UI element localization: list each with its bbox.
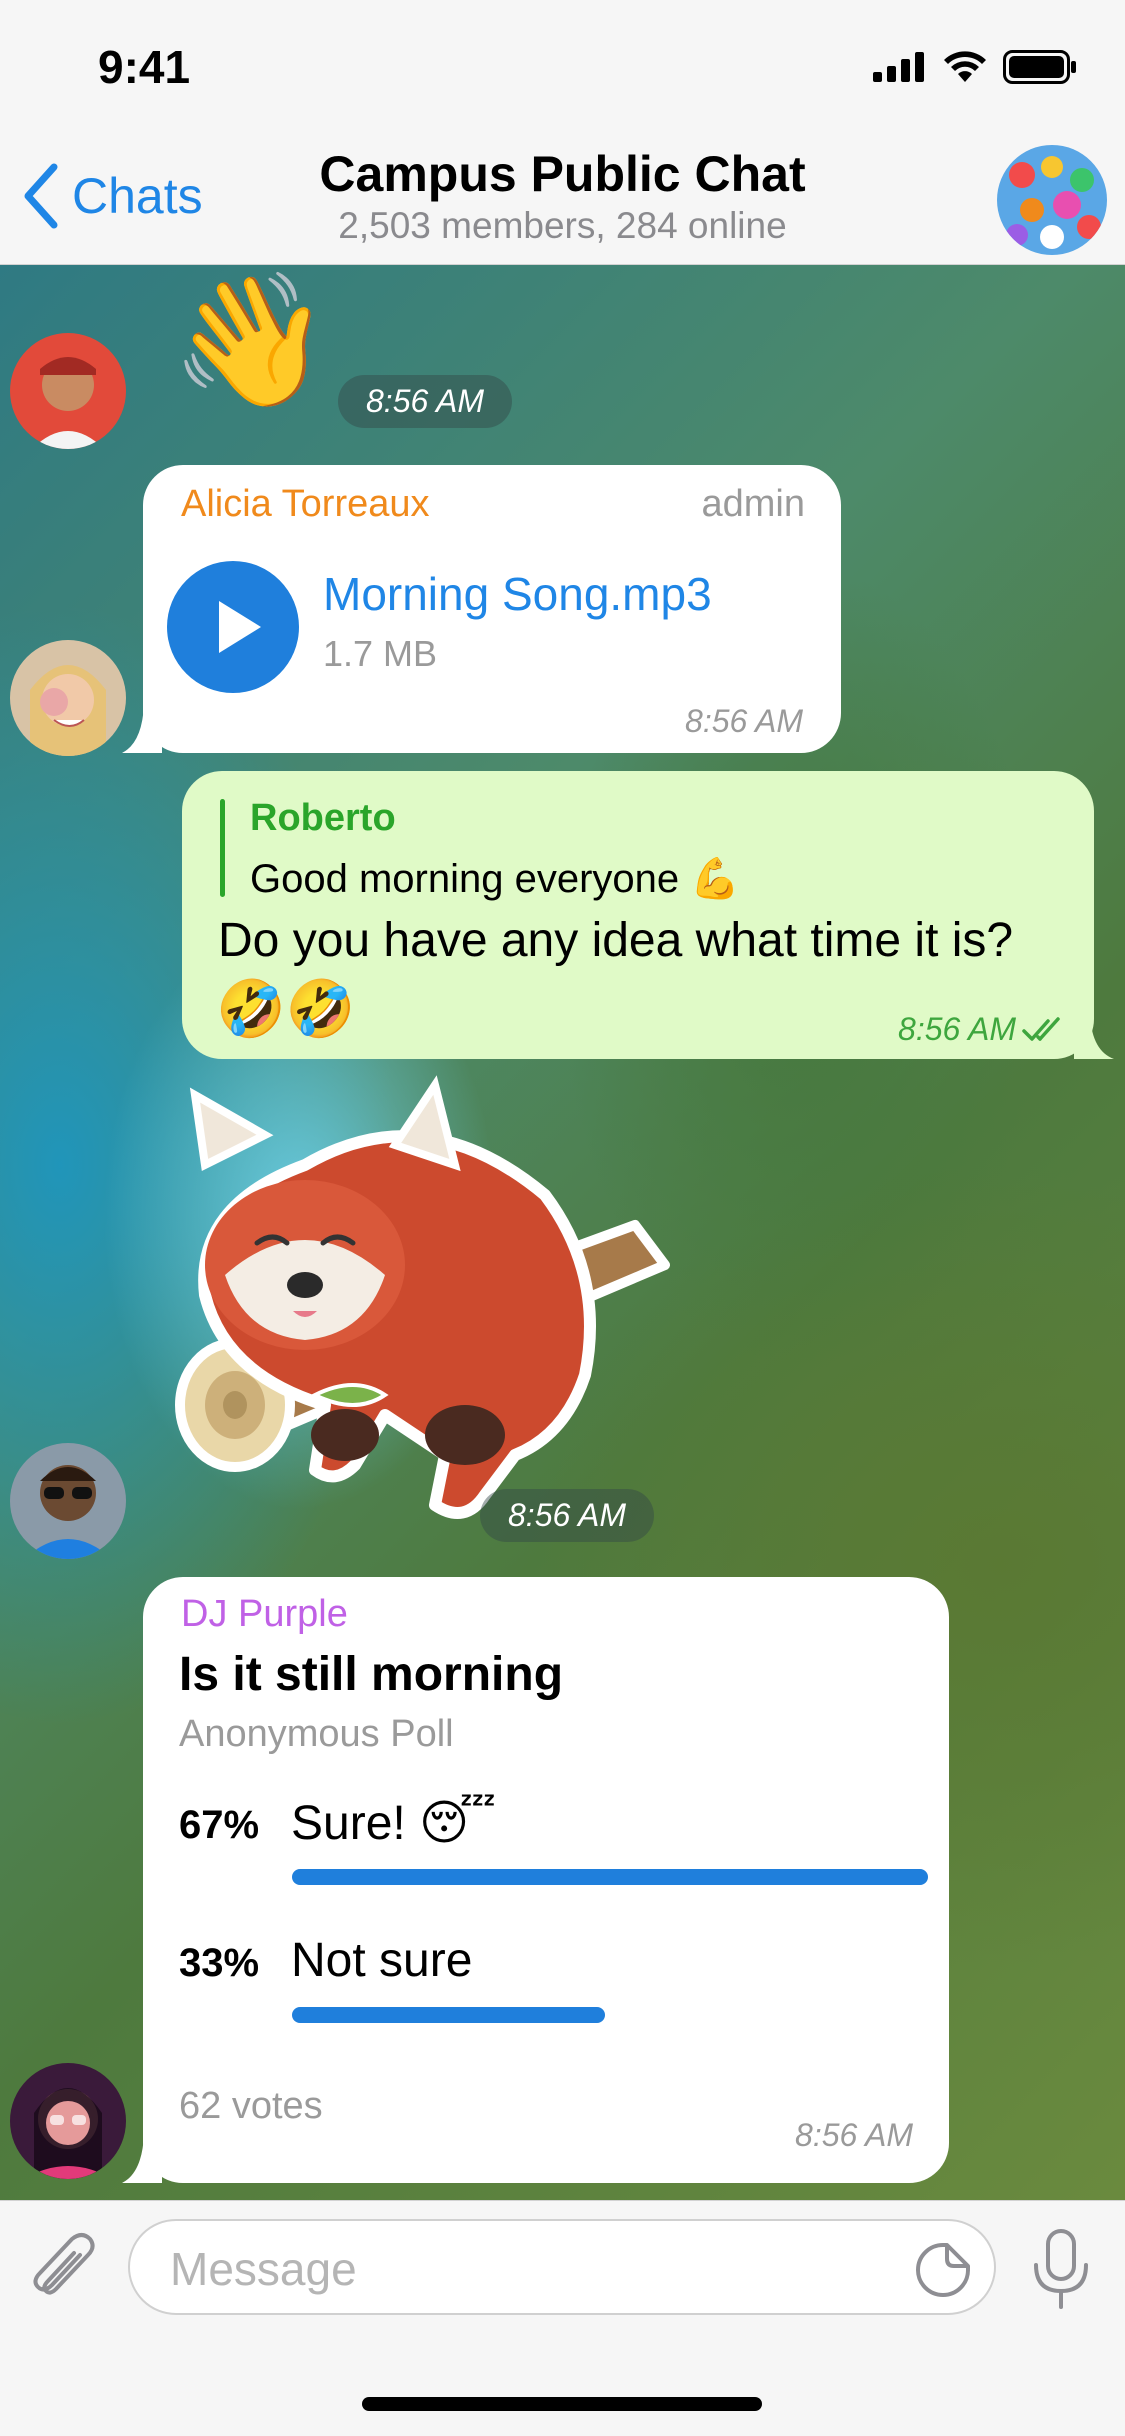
poll-option-percent: 33% [179, 1941, 260, 1985]
status-icons [873, 50, 1077, 84]
message-time: 8:56 AM [685, 703, 803, 739]
reply-text[interactable]: Good morning everyone 💪 [250, 855, 740, 902]
sender-name[interactable]: Alicia Torreaux [181, 483, 430, 526]
message-emojis: 🤣🤣 [216, 977, 356, 1040]
status-time: 9:41 [98, 41, 191, 93]
message-time: 8:56 AM [898, 1011, 1016, 1047]
avatar[interactable] [10, 640, 126, 756]
status-bar: 9:41 [0, 0, 1125, 135]
audio-file-name[interactable]: Morning Song.mp3 [323, 567, 712, 621]
poll-message[interactable]: DJ Purple Is it still morning Anonymous … [143, 1577, 949, 2183]
chat-subtitle: 2,503 members, 284 online [338, 205, 787, 246]
wave-sticker[interactable]: 👋 [170, 265, 332, 415]
chat-title[interactable]: Campus Public Chat [0, 145, 1125, 203]
microphone-icon[interactable] [1028, 2229, 1094, 2311]
avatar[interactable] [10, 333, 126, 449]
double-check-icon [1022, 1017, 1060, 1041]
poll-option-label: Sure! 😴 [291, 1797, 497, 1850]
poll-option[interactable]: 33% Not sure [143, 1915, 949, 2025]
audio-file-size: 1.7 MB [323, 633, 438, 674]
admin-badge: admin [701, 483, 806, 525]
red-panda-sticker[interactable] [165, 1075, 675, 1535]
message-time: 8:56 AM [480, 1489, 654, 1542]
reply-sender[interactable]: Roberto [250, 797, 396, 840]
message-text: Do you have any idea what time it is? [218, 914, 1014, 967]
avatar[interactable] [10, 2063, 126, 2179]
audio-message[interactable]: Alicia Torreaux admin Morning Song.mp3 1… [143, 465, 841, 753]
poll-option-bar [292, 1869, 928, 1885]
poll-votes[interactable]: 62 votes [179, 2085, 323, 2128]
chat-area[interactable]: 👋 8:56 AM Alicia Torreaux admin Morning … [0, 265, 1125, 2200]
nav-bar: Chats Campus Public Chat 2,503 members, … [0, 135, 1125, 265]
outgoing-message[interactable]: Roberto Good morning everyone 💪 Do you h… [182, 771, 1094, 1059]
message-input[interactable] [168, 2239, 908, 2299]
wifi-icon [944, 51, 986, 82]
poll-option[interactable]: 67% Sure! 😴 [143, 1777, 949, 1887]
message-field[interactable] [128, 2219, 996, 2315]
sender-name[interactable]: DJ Purple [181, 1593, 348, 1636]
message-time: 8:56 AM [795, 2117, 913, 2153]
message-time: 8:56 AM [338, 375, 512, 428]
attach-icon[interactable] [28, 2231, 98, 2305]
sticker-icon[interactable] [914, 2241, 972, 2299]
input-bar [0, 2200, 1125, 2436]
signal-icon [873, 52, 924, 82]
poll-option-bar [292, 2007, 605, 2023]
group-avatar[interactable] [997, 145, 1107, 255]
poll-question: Is it still morning [179, 1648, 564, 1701]
reply-bar [220, 799, 225, 897]
poll-type: Anonymous Poll [179, 1713, 454, 1755]
poll-option-percent: 67% [179, 1803, 260, 1847]
play-icon [219, 601, 261, 653]
play-button[interactable] [167, 561, 299, 693]
avatar[interactable] [10, 1443, 126, 1559]
poll-option-label: Not sure [291, 1934, 473, 1987]
battery-icon [1003, 50, 1076, 84]
home-indicator[interactable] [362, 2397, 762, 2411]
